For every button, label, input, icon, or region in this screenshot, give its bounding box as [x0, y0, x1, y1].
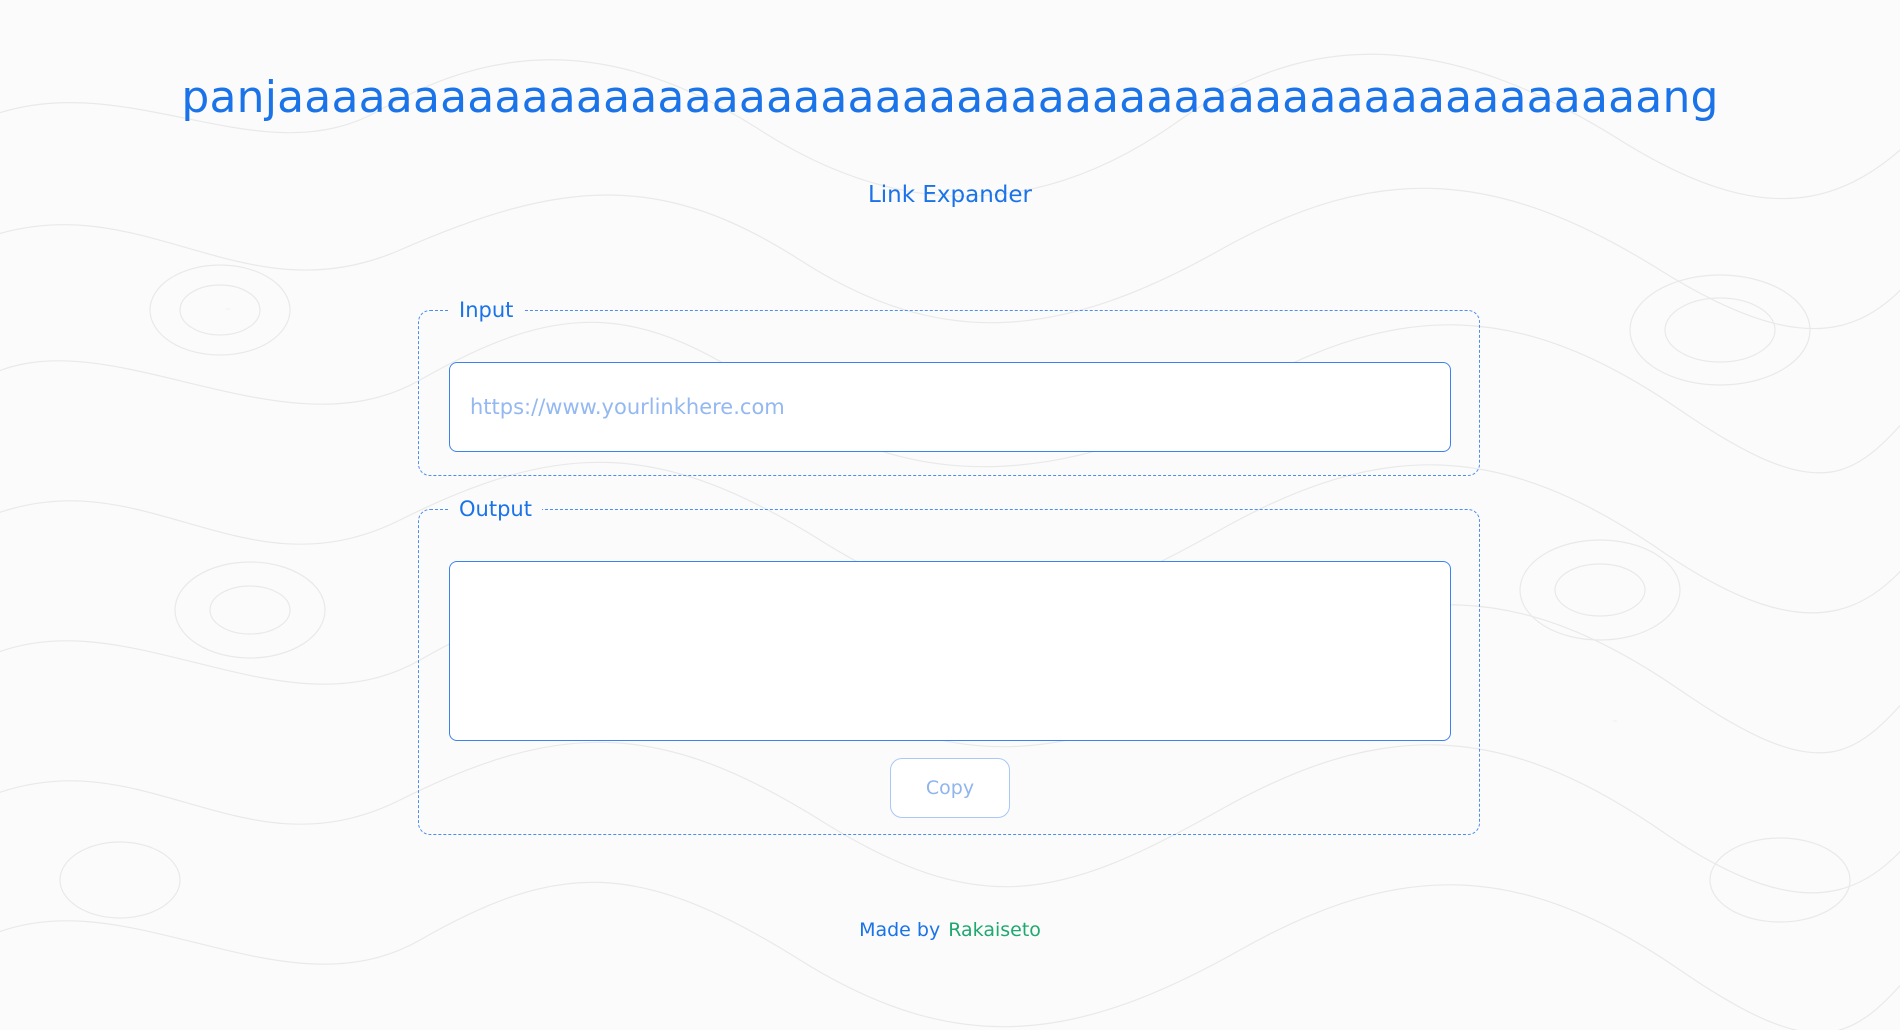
copy-button[interactable]: Copy: [890, 758, 1010, 818]
page-title: panjaaaaaaaaaaaaaaaaaaaaaaaaaaaaaaaaaaaa…: [181, 72, 1719, 123]
input-legend: Input: [459, 298, 514, 322]
page-subtitle: Link Expander: [867, 182, 1033, 208]
input-section: Input: [418, 298, 1480, 476]
page: panjaaaaaaaaaaaaaaaaaaaaaaaaaaaaaaaaaaaa…: [0, 0, 1900, 1030]
output-field[interactable]: [449, 561, 1451, 741]
url-input[interactable]: [449, 362, 1451, 452]
made-by-label: Made by: [859, 919, 941, 941]
output-legend: Output: [459, 497, 532, 521]
output-section: Output Copy: [418, 497, 1480, 835]
footer: Made by Rakaiseto: [0, 918, 1900, 942]
author-link[interactable]: Rakaiseto: [948, 919, 1041, 941]
